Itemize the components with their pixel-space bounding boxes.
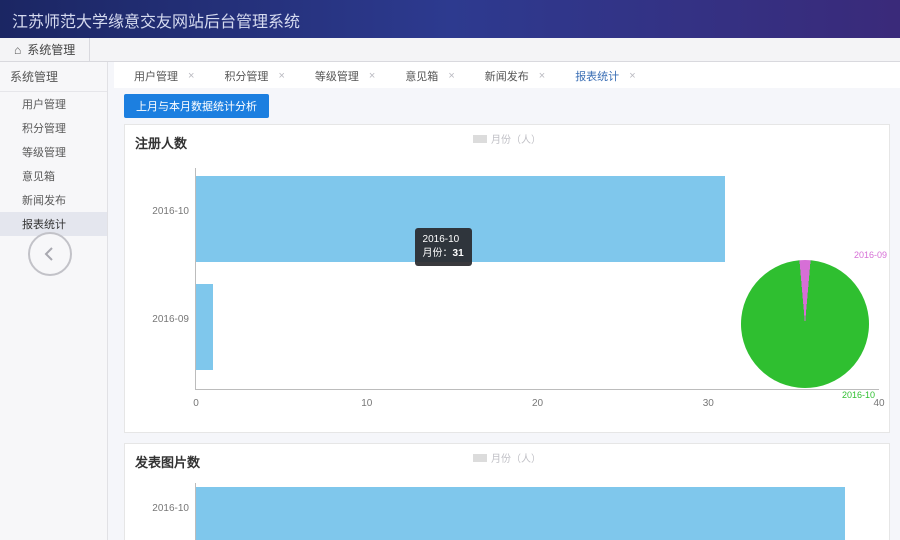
sidebar-item-points[interactable]: 积分管理 (0, 116, 107, 140)
close-icon[interactable]: × (188, 70, 194, 82)
x-tick-label: 20 (532, 398, 543, 409)
tab-bar: 用户管理× 积分管理× 等级管理× 意见箱× 新闻发布× 报表统计× (114, 62, 900, 88)
y-tick-label: 2016-10 (139, 503, 189, 514)
x-tick-label: 40 (873, 398, 884, 409)
analysis-button[interactable]: 上月与本月数据统计分析 (124, 94, 269, 118)
sidebar-item-feedback[interactable]: 意见箱 (0, 164, 107, 188)
main-content: 用户管理× 积分管理× 等级管理× 意见箱× 新闻发布× 报表统计× 上月与本月… (108, 62, 900, 540)
chart-legend: 月份（人） (473, 131, 541, 146)
topnav: ⌂ 系统管理 (0, 38, 900, 62)
panel-registrations: 注册人数 月份（人） 2016-10 2016-09 2016-10 月份：31 (124, 124, 890, 433)
panel-photos: 发表图片数 月份（人） 2016-10 (124, 443, 890, 540)
close-icon[interactable]: × (539, 70, 545, 82)
close-icon[interactable]: × (369, 70, 375, 82)
bar-2016-09[interactable] (196, 284, 213, 370)
plot-area (195, 483, 879, 540)
x-tick-label: 30 (703, 398, 714, 409)
bar-2016-10[interactable] (196, 176, 725, 262)
close-icon[interactable]: × (448, 70, 454, 82)
tab-feedback[interactable]: 意见箱× (399, 64, 460, 88)
bar-chart: 2016-10 (135, 477, 879, 540)
tab-news[interactable]: 新闻发布× (479, 64, 551, 88)
tab-reports[interactable]: 报表统计× (569, 64, 641, 88)
pie-label-2016-10: 2016-10 (842, 390, 875, 400)
sidebar-item-levels[interactable]: 等级管理 (0, 140, 107, 164)
tab-levels[interactable]: 等级管理× (309, 64, 381, 88)
app-header: 江苏师范大学缘意交友网站后台管理系统 (0, 0, 900, 38)
tab-users[interactable]: 用户管理× (128, 64, 200, 88)
pie-label-2016-09: 2016-09 (854, 250, 887, 260)
bar-2016-10[interactable] (196, 487, 845, 540)
home-icon: ⌂ (14, 43, 21, 57)
legend-swatch-icon (473, 135, 487, 143)
chart-legend: 月份（人） (473, 450, 541, 465)
y-tick-label: 2016-09 (139, 314, 189, 325)
app-title: 江苏师范大学缘意交友网站后台管理系统 (12, 14, 300, 31)
sidebar-group-title: 系统管理 (0, 62, 107, 92)
pie-circle[interactable] (736, 255, 875, 394)
sidebar-item-users[interactable]: 用户管理 (0, 92, 107, 116)
topnav-label: 系统管理 (27, 41, 75, 58)
legend-swatch-icon (473, 454, 487, 462)
x-tick-label: 0 (193, 398, 199, 409)
close-icon[interactable]: × (278, 70, 284, 82)
sidebar-collapse-button[interactable] (28, 232, 72, 276)
tab-points[interactable]: 积分管理× (218, 64, 290, 88)
bar-chart: 2016-10 2016-09 2016-10 月份：31 0 10 20 30 (135, 158, 879, 418)
close-icon[interactable]: × (629, 70, 635, 82)
sidebar: 系统管理 用户管理 积分管理 等级管理 意见箱 新闻发布 报表统计 (0, 62, 108, 540)
pie-chart: 2016-09 2016-10 (741, 260, 869, 388)
topnav-system[interactable]: ⌂ 系统管理 (0, 38, 90, 61)
chevron-left-icon (42, 246, 58, 262)
sidebar-item-news[interactable]: 新闻发布 (0, 188, 107, 212)
x-tick-label: 10 (361, 398, 372, 409)
y-tick-label: 2016-10 (139, 206, 189, 217)
